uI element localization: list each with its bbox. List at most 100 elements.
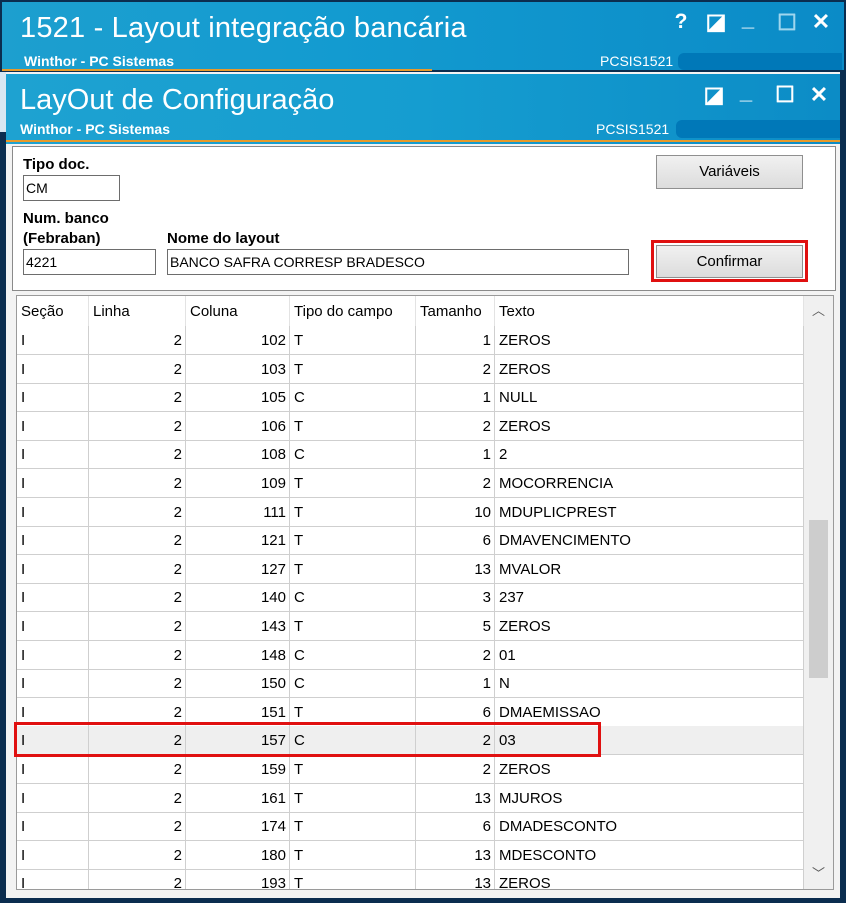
- cell-coluna[interactable]: 159: [186, 755, 290, 784]
- cell-linha[interactable]: 2: [89, 554, 186, 584]
- cell-linha[interactable]: 2: [89, 326, 186, 355]
- table-row[interactable]: I 2 180 T 13 MDESCONTO: [17, 840, 804, 870]
- cell-coluna[interactable]: 161: [186, 783, 290, 813]
- cell-texto[interactable]: ZEROS: [495, 326, 804, 355]
- cell-tamanho[interactable]: 2: [416, 469, 495, 498]
- cell-coluna[interactable]: 109: [186, 469, 290, 498]
- cell-coluna[interactable]: 121: [186, 526, 290, 556]
- cell-secao[interactable]: I: [17, 354, 89, 384]
- cell-tamanho[interactable]: 5: [416, 612, 495, 641]
- cell-tamanho[interactable]: 10: [416, 497, 495, 527]
- cell-linha[interactable]: 2: [89, 640, 186, 670]
- table-row[interactable]: I 2 157 C 2 03: [17, 726, 804, 756]
- cell-tamanho[interactable]: 6: [416, 812, 495, 842]
- table-row[interactable]: I 2 109 T 2 MOCORRENCIA: [17, 469, 804, 498]
- table-row[interactable]: I 2 103 T 2 ZEROS: [17, 354, 804, 384]
- cell-linha[interactable]: 2: [89, 497, 186, 527]
- minimize-icon[interactable]: _: [738, 6, 758, 32]
- cell-tamanho[interactable]: 3: [416, 583, 495, 613]
- cell-secao[interactable]: I: [17, 640, 89, 670]
- cell-secao[interactable]: I: [17, 497, 89, 527]
- scroll-thumb[interactable]: [809, 520, 828, 678]
- cell-linha[interactable]: 2: [89, 411, 186, 441]
- table-row[interactable]: I 2 150 C 1 N: [17, 669, 804, 699]
- table-row[interactable]: I 2 127 T 13 MVALOR: [17, 554, 804, 584]
- cell-linha[interactable]: 2: [89, 669, 186, 699]
- cell-linha[interactable]: 2: [89, 354, 186, 384]
- cell-texto[interactable]: ZEROS: [495, 755, 804, 784]
- cell-texto[interactable]: MVALOR: [495, 554, 804, 584]
- cell-tipo-campo[interactable]: T: [290, 554, 416, 584]
- cell-tamanho[interactable]: 2: [416, 726, 495, 756]
- cell-tipo-campo[interactable]: T: [290, 869, 416, 889]
- num-banco-field[interactable]: 4221: [23, 249, 156, 275]
- cell-secao[interactable]: I: [17, 612, 89, 641]
- cell-tipo-campo[interactable]: C: [290, 383, 416, 413]
- cell-linha[interactable]: 2: [89, 383, 186, 413]
- cell-tipo-campo[interactable]: T: [290, 840, 416, 870]
- cell-linha[interactable]: 2: [89, 840, 186, 870]
- cell-secao[interactable]: I: [17, 583, 89, 613]
- column-header-tipo-campo[interactable]: Tipo do campo: [290, 296, 416, 326]
- cell-linha[interactable]: 2: [89, 469, 186, 498]
- vertical-scrollbar[interactable]: ︿ ﹀: [804, 296, 833, 889]
- cell-linha[interactable]: 2: [89, 755, 186, 784]
- cell-texto[interactable]: ZEROS: [495, 411, 804, 441]
- cell-texto[interactable]: 2: [495, 440, 804, 470]
- cell-texto[interactable]: 01: [495, 640, 804, 670]
- cell-tamanho[interactable]: 1: [416, 440, 495, 470]
- cell-secao[interactable]: I: [17, 726, 89, 756]
- table-row[interactable]: I 2 108 C 1 2: [17, 440, 804, 470]
- inner-restore-icon[interactable]: ◪: [702, 82, 726, 108]
- cell-tamanho[interactable]: 6: [416, 526, 495, 556]
- cell-linha[interactable]: 2: [89, 869, 186, 889]
- column-header-linha[interactable]: Linha: [89, 296, 186, 326]
- cell-tipo-campo[interactable]: T: [290, 326, 416, 355]
- cell-tipo-campo[interactable]: T: [290, 697, 416, 727]
- restore-icon[interactable]: ◪: [704, 9, 728, 35]
- cell-linha[interactable]: 2: [89, 726, 186, 756]
- cell-texto[interactable]: MJUROS: [495, 783, 804, 813]
- close-icon[interactable]: ✕: [808, 9, 834, 35]
- cell-coluna[interactable]: 108: [186, 440, 290, 470]
- cell-tipo-campo[interactable]: T: [290, 411, 416, 441]
- cell-secao[interactable]: I: [17, 383, 89, 413]
- cell-secao[interactable]: I: [17, 469, 89, 498]
- cell-linha[interactable]: 2: [89, 812, 186, 842]
- cell-coluna[interactable]: 103: [186, 354, 290, 384]
- cell-coluna[interactable]: 143: [186, 612, 290, 641]
- confirmar-button[interactable]: Confirmar: [656, 245, 803, 278]
- cell-secao[interactable]: I: [17, 697, 89, 727]
- cell-linha[interactable]: 2: [89, 783, 186, 813]
- table-row[interactable]: I 2 143 T 5 ZEROS: [17, 612, 804, 641]
- cell-texto[interactable]: ZEROS: [495, 612, 804, 641]
- table-row[interactable]: I 2 140 C 3 237: [17, 583, 804, 613]
- table-row[interactable]: I 2 159 T 2 ZEROS: [17, 755, 804, 784]
- cell-tamanho[interactable]: 13: [416, 869, 495, 889]
- cell-secao[interactable]: I: [17, 554, 89, 584]
- cell-tipo-campo[interactable]: C: [290, 669, 416, 699]
- cell-texto[interactable]: 237: [495, 583, 804, 613]
- table-row[interactable]: I 2 161 T 13 MJUROS: [17, 783, 804, 813]
- cell-texto[interactable]: NULL: [495, 383, 804, 413]
- cell-tamanho[interactable]: 1: [416, 669, 495, 699]
- cell-tipo-campo[interactable]: C: [290, 440, 416, 470]
- cell-coluna[interactable]: 140: [186, 583, 290, 613]
- table-row[interactable]: I 2 121 T 6 DMAVENCIMENTO: [17, 526, 804, 556]
- cell-tamanho[interactable]: 1: [416, 326, 495, 355]
- cell-texto[interactable]: ZEROS: [495, 869, 804, 889]
- cell-coluna[interactable]: 148: [186, 640, 290, 670]
- cell-secao[interactable]: I: [17, 840, 89, 870]
- cell-tipo-campo[interactable]: T: [290, 812, 416, 842]
- cell-linha[interactable]: 2: [89, 697, 186, 727]
- cell-texto[interactable]: DMAVENCIMENTO: [495, 526, 804, 556]
- cell-secao[interactable]: I: [17, 755, 89, 784]
- cell-tamanho[interactable]: 2: [416, 411, 495, 441]
- cell-secao[interactable]: I: [17, 526, 89, 556]
- cell-tipo-campo[interactable]: T: [290, 497, 416, 527]
- column-header-secao[interactable]: Seção: [17, 296, 89, 326]
- inner-minimize-icon[interactable]: _: [736, 79, 756, 105]
- cell-tipo-campo[interactable]: T: [290, 612, 416, 641]
- cell-coluna[interactable]: 106: [186, 411, 290, 441]
- cell-linha[interactable]: 2: [89, 583, 186, 613]
